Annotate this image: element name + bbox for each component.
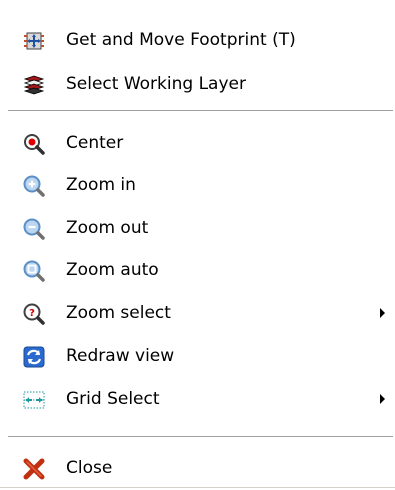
svg-text:?: ? bbox=[29, 308, 35, 319]
menu-item-label: Center bbox=[66, 133, 124, 153]
menu-item-zoom-select[interactable]: ? Zoom select bbox=[0, 294, 395, 332]
menu-item-label: Zoom in bbox=[66, 175, 136, 195]
menu-item-label: Grid Select bbox=[66, 389, 160, 409]
menu-item-label: Zoom select bbox=[66, 303, 171, 323]
menu-item-label: Close bbox=[66, 458, 113, 478]
zoom-in-icon bbox=[22, 174, 46, 198]
menu-item-label: Select Working Layer bbox=[66, 74, 246, 94]
menu-item-zoom-out[interactable]: Zoom out bbox=[0, 209, 395, 247]
footprint-move-icon bbox=[22, 29, 46, 53]
grid-icon bbox=[22, 388, 46, 412]
submenu-arrow-icon bbox=[380, 308, 385, 318]
menu-item-label: Redraw view bbox=[66, 346, 175, 366]
menu-item-zoom-in[interactable]: Zoom in bbox=[0, 166, 395, 204]
menu-item-zoom-auto[interactable]: Zoom auto bbox=[0, 251, 395, 289]
menu-item-select-working-layer[interactable]: Select Working Layer bbox=[0, 65, 395, 103]
zoom-out-icon bbox=[22, 217, 46, 241]
menu-item-label: Zoom out bbox=[66, 218, 149, 238]
menu-bottom-edge bbox=[0, 487, 395, 488]
menu-item-label: Get and Move Footprint (T) bbox=[66, 30, 296, 50]
menu-separator bbox=[8, 436, 393, 438]
menu-separator bbox=[8, 110, 393, 112]
submenu-arrow-icon bbox=[380, 394, 385, 404]
menu-item-close[interactable]: Close bbox=[0, 449, 395, 487]
redraw-icon bbox=[22, 345, 46, 369]
menu-item-redraw-view[interactable]: Redraw view bbox=[0, 337, 395, 375]
menu-item-get-move-footprint[interactable]: Get and Move Footprint (T) bbox=[0, 21, 395, 59]
menu-item-label: Zoom auto bbox=[66, 260, 159, 280]
layers-icon bbox=[22, 73, 46, 97]
context-menu: Get and Move Footprint (T) Select Workin… bbox=[0, 0, 395, 490]
menu-item-center[interactable]: Center bbox=[0, 124, 395, 162]
zoom-auto-icon bbox=[22, 259, 46, 283]
menu-item-grid-select[interactable]: Grid Select bbox=[0, 380, 395, 418]
center-magnifier-icon bbox=[22, 132, 46, 156]
zoom-select-icon: ? bbox=[22, 302, 46, 326]
close-icon bbox=[22, 457, 46, 481]
